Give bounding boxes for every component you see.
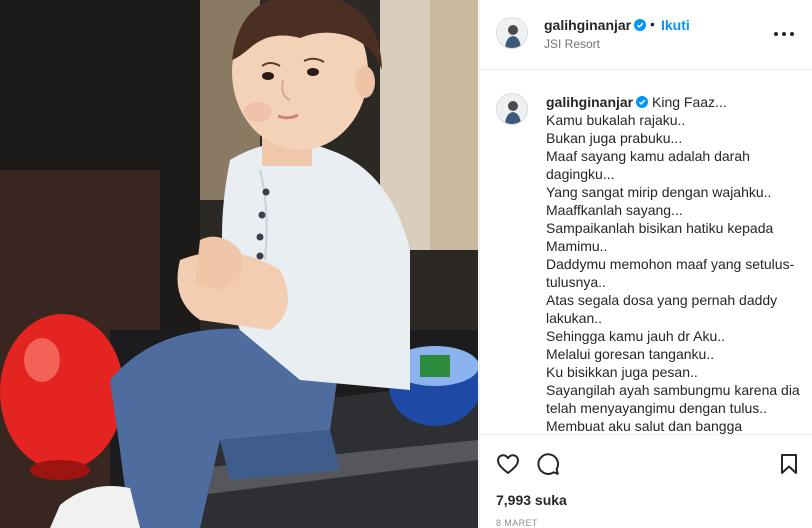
location-link[interactable]: JSI Resort <box>544 37 600 51</box>
caption-line: telah menyayangimu dengan tulus.. <box>546 400 768 416</box>
caption-line: tulusnya.. <box>546 274 606 290</box>
heart-outline-icon[interactable] <box>496 452 520 476</box>
caption-line: Kamu bukalah rajaku.. <box>546 112 686 128</box>
caption-line: Membuat aku salut dan bangga <box>546 418 743 434</box>
avatar[interactable] <box>496 93 528 125</box>
avatar-image <box>497 94 527 124</box>
separator-dot: • <box>650 16 655 32</box>
bookmark-icon[interactable] <box>777 452 801 476</box>
caption-first-line: galihginanjar King Faaz... <box>546 93 804 111</box>
post-photo-illustration <box>0 0 478 528</box>
caption-line: Melalui goresan tanganku.. <box>546 346 715 362</box>
post-actions: 7,993 suka 8 MARET <box>480 434 812 528</box>
caption-username[interactable]: galihginanjar <box>546 94 633 110</box>
avatar-image <box>497 18 527 48</box>
post-photo[interactable] <box>0 0 478 528</box>
caption-line: Maaffkanlah sayang... <box>546 202 683 218</box>
comment-bubble-icon[interactable] <box>536 452 560 476</box>
caption-line: Yang sangat mirip dengan wajahku.. <box>546 184 772 200</box>
follow-button[interactable]: Ikuti <box>661 17 690 33</box>
caption-line: Bukan juga prabuku... <box>546 130 683 146</box>
verified-badge-icon <box>634 19 647 31</box>
caption-line: lakukan.. <box>546 310 603 326</box>
caption-line: Sampaikanlah bisikan hatiku kepada <box>546 220 774 236</box>
caption-line: Maaf sayang kamu adalah darah <box>546 148 750 164</box>
caption-line: Atas segala dosa yang pernah daddy <box>546 292 778 308</box>
caption-line: King Faaz... <box>652 94 727 110</box>
avatar[interactable] <box>496 17 528 49</box>
caption-line: dagingku... <box>546 166 615 182</box>
caption-line: Mamimu.. <box>546 238 608 254</box>
post-header: galihginanjar • Ikuti JSI Resort <box>480 0 812 70</box>
more-horizontal-icon[interactable] <box>773 24 795 44</box>
caption-line: Ku bisikkan juga pesan.. <box>546 364 698 380</box>
caption-line: Sehingga kamu jauh dr Aku.. <box>546 328 726 344</box>
post-date[interactable]: 8 MARET <box>496 518 538 528</box>
caption-line: Daddymu memohon maaf yang setulus- <box>546 256 795 272</box>
post-side-panel: galihginanjar • Ikuti JSI Resort galihgi… <box>479 0 812 528</box>
caption-line: Sayangilah ayah sambungmu karena dia <box>546 382 800 398</box>
username-link[interactable]: galihginanjar <box>544 17 647 33</box>
caption-area[interactable]: galihginanjar King Faaz... Kamu bukalah … <box>480 71 812 434</box>
like-count[interactable]: 7,993 suka <box>496 492 567 508</box>
caption-text: galihginanjar King Faaz... Kamu bukalah … <box>546 93 804 434</box>
verified-badge-icon <box>636 96 649 108</box>
